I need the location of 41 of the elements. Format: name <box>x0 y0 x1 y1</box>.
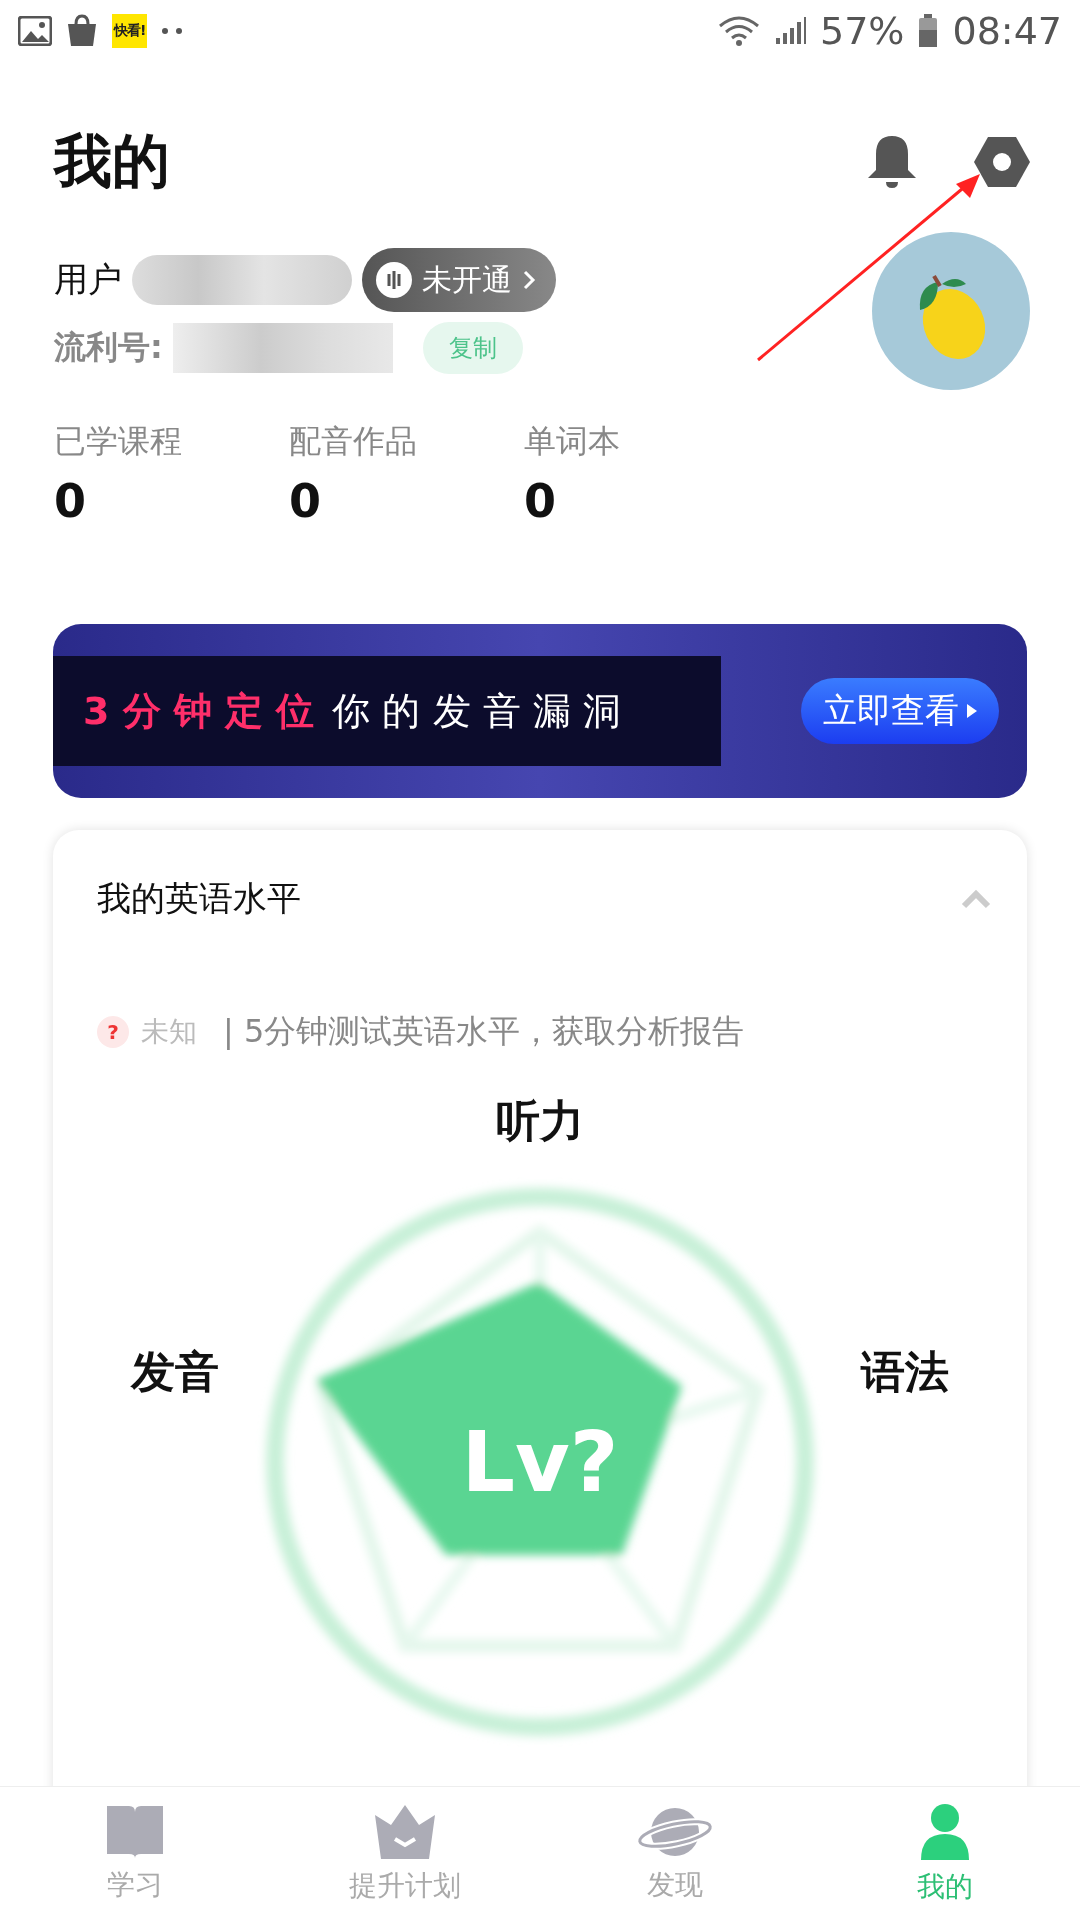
membership-button[interactable]: 未开通 <box>362 248 556 312</box>
axis-label: 发音 <box>131 1344 219 1399</box>
nav-tab[interactable]: 我的 <box>810 1787 1080 1920</box>
id-label: 流利号: <box>54 327 163 368</box>
user-name: 用户 <box>54 258 122 301</box>
avatar-icon[interactable] <box>872 232 1030 390</box>
stat-label: 单词本 <box>524 421 621 462</box>
stat-label: 已学课程 <box>54 421 183 462</box>
nav-tab[interactable]: 提升计划 <box>270 1787 540 1920</box>
stat-label: 配音作品 <box>289 421 418 462</box>
app-badge: 快看! <box>112 14 148 48</box>
chevron-right-icon <box>522 269 536 291</box>
question-icon: ? <box>97 1016 129 1048</box>
promo-banner[interactable]: 3 分 钟 定 位 你 的 发 音 漏 洞 立即查看 <box>53 624 1027 798</box>
stat-value: 0 <box>54 474 87 528</box>
nav-tab[interactable]: 学习 <box>0 1787 270 1920</box>
level-value: Lv? <box>461 1413 619 1511</box>
view-now-button[interactable]: 立即查看 <box>801 678 999 744</box>
wifi-icon <box>718 14 760 48</box>
page-title: 我的 <box>54 126 171 197</box>
axis-label: 语法 <box>861 1344 949 1399</box>
stat-value: 0 <box>289 474 322 528</box>
signal-icon <box>774 16 806 46</box>
image-icon <box>18 16 52 46</box>
settings-icon[interactable] <box>974 136 1030 188</box>
card-title: 我的英语水平 <box>97 877 302 920</box>
nav-tab[interactable]: 发现 <box>540 1787 810 1920</box>
bag-icon <box>66 14 98 48</box>
battery-icon <box>918 14 939 48</box>
banner-highlight: 3 分 钟 定 位 <box>83 687 315 735</box>
axis-label: 听力 <box>496 1093 584 1148</box>
audio-icon <box>376 262 412 298</box>
clock-time: 08:47 <box>952 9 1062 53</box>
play-icon <box>967 704 977 718</box>
level-status: 未知 <box>141 1014 197 1050</box>
battery-percent: 57% <box>820 9 905 53</box>
banner-text: 你 的 发 音 漏 洞 <box>332 687 621 735</box>
stat-value: 0 <box>524 474 557 528</box>
bell-icon[interactable] <box>866 134 918 190</box>
copy-button[interactable]: 复制 <box>422 322 523 374</box>
test-hint[interactable]: | 5分钟测试英语水平，获取分析报告 <box>223 1010 745 1054</box>
